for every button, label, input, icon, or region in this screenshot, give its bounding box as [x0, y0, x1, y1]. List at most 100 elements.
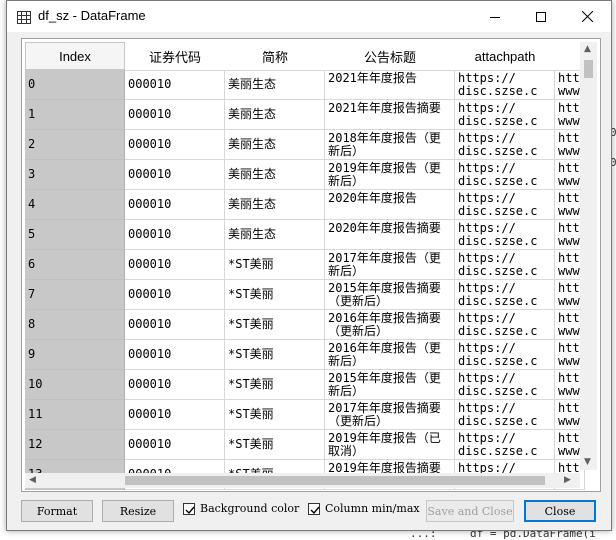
- cell-code[interactable]: 000010: [125, 130, 225, 160]
- cell-attachpath[interactable]: https:// disc.szse.cn…: [455, 130, 555, 160]
- cell-index[interactable]: 8: [25, 310, 125, 340]
- column-minmax-checkbox[interactable]: Column min/max: [308, 502, 420, 515]
- cell-attachpath[interactable]: https:// disc.szse.cn…: [455, 400, 555, 430]
- maximize-button[interactable]: [518, 1, 564, 32]
- title-bar[interactable]: df_sz - DataFrame: [7, 1, 611, 32]
- cell-title[interactable]: 2021年年度报告: [325, 70, 455, 100]
- checkmark-icon: [185, 506, 195, 514]
- cell-attachpath[interactable]: https:// disc.szse.cn…: [455, 340, 555, 370]
- cell-index[interactable]: 3: [25, 160, 125, 190]
- format-button[interactable]: Format: [21, 500, 93, 522]
- background-color-label: Background color: [200, 502, 300, 515]
- cell-attachpath[interactable]: https:// disc.szse.cn…: [455, 190, 555, 220]
- cell-name[interactable]: *ST美丽: [225, 250, 325, 280]
- button-bar: Format Resize Background color Column mi…: [7, 496, 611, 526]
- cell-name[interactable]: 美丽生态: [225, 100, 325, 130]
- header-index[interactable]: Index: [25, 42, 125, 70]
- cell-attachpath[interactable]: https:// disc.szse.cn…: [455, 250, 555, 280]
- cell-title[interactable]: 2019年年度报告（更新后）: [325, 160, 455, 190]
- close-window-button[interactable]: [564, 1, 610, 32]
- cell-attachpath[interactable]: https:// disc.szse.cn…: [455, 160, 555, 190]
- minimize-button[interactable]: [472, 1, 518, 32]
- cell-attachpath[interactable]: https:// disc.szse.cn…: [455, 370, 555, 400]
- header-name[interactable]: 简称: [225, 42, 326, 71]
- cell-attachpath[interactable]: https:// disc.szse.cn…: [455, 100, 555, 130]
- cell-code[interactable]: 000010: [125, 340, 225, 370]
- cell-name[interactable]: *ST美丽: [225, 310, 325, 340]
- cell-code[interactable]: 000010: [125, 160, 225, 190]
- cell-index[interactable]: 7: [25, 280, 125, 310]
- column-minmax-label: Column min/max: [325, 502, 420, 515]
- scroll-right-icon[interactable]: ▶: [564, 476, 571, 485]
- cell-title[interactable]: 2017年年度报告摘要（更新后）: [325, 400, 455, 430]
- cell-index[interactable]: 1: [25, 100, 125, 130]
- horizontal-scroll-thumb[interactable]: [125, 476, 545, 485]
- resize-button[interactable]: Resize: [102, 500, 174, 522]
- cell-index[interactable]: 5: [25, 220, 125, 250]
- cell-attachpath[interactable]: https:// disc.szse.cn…: [455, 430, 555, 460]
- cell-index[interactable]: 9: [25, 340, 125, 370]
- cell-name[interactable]: 美丽生态: [225, 130, 325, 160]
- cell-name[interactable]: *ST美丽: [225, 370, 325, 400]
- cell-code[interactable]: 000010: [125, 250, 225, 280]
- cell-attachpath[interactable]: https:// disc.szse.cn…: [455, 310, 555, 340]
- header-code[interactable]: 证券代码: [125, 42, 226, 71]
- save-and-close-button[interactable]: Save and Close: [426, 500, 514, 522]
- checkbox-box[interactable]: [183, 502, 195, 515]
- cell-code[interactable]: 000010: [125, 70, 225, 100]
- checkmark-icon: [310, 506, 320, 514]
- cell-index[interactable]: 6: [25, 250, 125, 280]
- cell-code[interactable]: 000010: [125, 220, 225, 250]
- cell-title[interactable]: 2015年年度报告（更新后）: [325, 370, 455, 400]
- cell-attachpath[interactable]: https:// disc.szse.cn…: [455, 220, 555, 250]
- cell-code[interactable]: 000010: [125, 400, 225, 430]
- cell-attachpath[interactable]: https:// disc.szse.cn…: [455, 280, 555, 310]
- cell-index[interactable]: 4: [25, 190, 125, 220]
- close-button[interactable]: Close: [524, 500, 596, 522]
- cell-name[interactable]: *ST美丽: [225, 430, 325, 460]
- cell-title[interactable]: 2017年年度报告（更新后）: [325, 250, 455, 280]
- cell-title[interactable]: 2020年年度报告: [325, 190, 455, 220]
- cell-name[interactable]: 美丽生态: [225, 190, 325, 220]
- cell-code[interactable]: 000010: [125, 430, 225, 460]
- scroll-up-icon[interactable]: ▲: [584, 45, 591, 54]
- cell-title[interactable]: 2020年年度报告摘要: [325, 220, 455, 250]
- cell-title[interactable]: 2015年年度报告摘要（更新后）: [325, 280, 455, 310]
- cell-index[interactable]: 0: [25, 70, 125, 100]
- vertical-scrollbar[interactable]: ▲ ▼: [580, 42, 597, 470]
- cell-name[interactable]: *ST美丽: [225, 340, 325, 370]
- header-title[interactable]: 公告标题: [325, 42, 456, 71]
- cell-index[interactable]: 11: [25, 400, 125, 430]
- cell-name[interactable]: 美丽生态: [225, 70, 325, 100]
- cell-title[interactable]: 2019年年度报告（已取消）: [325, 430, 455, 460]
- cell-title[interactable]: 2021年年度报告摘要: [325, 100, 455, 130]
- header-attachpath[interactable]: attachpath: [455, 42, 556, 71]
- scroll-left-icon[interactable]: ◀: [29, 476, 36, 485]
- cell-title[interactable]: 2018年年度报告（更新后）: [325, 130, 455, 160]
- cell-code[interactable]: 000010: [125, 310, 225, 340]
- horizontal-scrollbar[interactable]: ◀ ▶: [25, 473, 580, 488]
- dataframe-grid[interactable]: Index 证券代码 简称 公告标题 attachpath 0 000010 美丽生…: [21, 38, 601, 492]
- vertical-scroll-thumb[interactable]: [584, 60, 593, 78]
- window-title: df_sz - DataFrame: [38, 8, 146, 23]
- minimize-icon: [490, 16, 500, 18]
- cell-name[interactable]: *ST美丽: [225, 400, 325, 430]
- cell-name[interactable]: *ST美丽: [225, 280, 325, 310]
- cell-title[interactable]: 2016年年度报告（更新后）: [325, 340, 455, 370]
- cell-index[interactable]: 2: [25, 130, 125, 160]
- close-icon: [581, 11, 593, 22]
- background-color-checkbox[interactable]: Background color: [183, 502, 299, 515]
- cell-title[interactable]: 2016年年度报告摘要（更新后）: [325, 310, 455, 340]
- cell-name[interactable]: 美丽生态: [225, 160, 325, 190]
- checkbox-box[interactable]: [308, 502, 320, 515]
- cell-name[interactable]: 美丽生态: [225, 220, 325, 250]
- cell-code[interactable]: 000010: [125, 370, 225, 400]
- cell-code[interactable]: 000010: [125, 190, 225, 220]
- cell-index[interactable]: 12: [25, 430, 125, 460]
- cell-index[interactable]: 10: [25, 370, 125, 400]
- scroll-down-icon[interactable]: ▼: [584, 458, 591, 467]
- cell-code[interactable]: 000010: [125, 280, 225, 310]
- cell-attachpath[interactable]: https:// disc.szse.cn…: [455, 70, 555, 100]
- cell-code[interactable]: 000010: [125, 100, 225, 130]
- dataframe-editor-window: df_sz - DataFrame Index 证券代码 简称 公告标题 att…: [6, 0, 612, 531]
